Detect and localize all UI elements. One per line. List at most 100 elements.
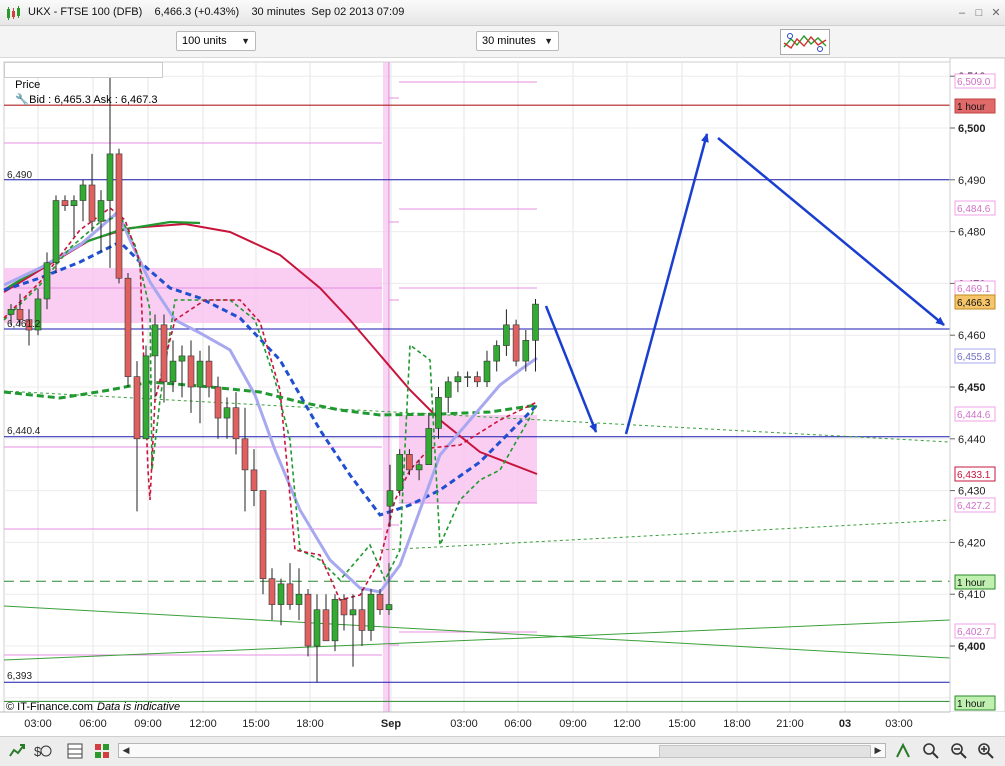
candle-up — [331, 599, 339, 642]
y-tick-label: 6,420 — [958, 537, 986, 549]
y-tick-label: 6,430 — [958, 486, 986, 498]
x-tick-label: 09:00 — [134, 718, 162, 730]
candle-up — [277, 583, 285, 605]
candle-down — [232, 407, 240, 440]
level-label: 6,461.2 — [7, 319, 41, 330]
color-grid-icon[interactable] — [93, 742, 111, 760]
x-tick-label: 03:00 — [450, 718, 478, 730]
candle-up — [454, 376, 462, 383]
zoom-fit-icon[interactable] — [922, 742, 940, 760]
candle-up — [522, 340, 530, 362]
money-icon[interactable]: $ — [34, 742, 52, 760]
scroll-right-icon[interactable]: ▶ — [871, 744, 885, 757]
x-tick-label: 12:00 — [613, 718, 641, 730]
x-tick-label: 03:00 — [24, 718, 52, 730]
candle-down — [160, 324, 168, 383]
candle-up — [464, 376, 471, 378]
copyright-text: © IT-Finance.com — [6, 701, 93, 713]
price-tag-label: 6,433.1 — [957, 470, 991, 481]
candle-down — [61, 200, 69, 207]
candle-down — [241, 438, 249, 471]
maximize-icon[interactable]: □ — [972, 6, 986, 20]
price-chart[interactable]: 6,5106,5006,4906,4806,4706,4606,4506,440… — [0, 58, 1005, 736]
candle-down — [376, 593, 384, 611]
candle-down — [268, 578, 276, 605]
candle-up — [178, 355, 186, 362]
zoom-out-icon[interactable] — [950, 742, 968, 760]
expand-icon[interactable] — [894, 742, 912, 760]
x-tick-label: 06:00 — [79, 718, 107, 730]
y-axis: 6,5106,5006,4906,4806,4706,4606,4506,440… — [949, 58, 1005, 713]
x-tick-label: 03:00 — [885, 718, 913, 730]
candle-up — [386, 490, 394, 507]
candle-up — [196, 360, 204, 388]
chevron-down-icon: ▼ — [544, 36, 553, 46]
x-tick-label: 06:00 — [504, 718, 532, 730]
x-tick-label: 21:00 — [776, 718, 804, 730]
y-tick-label: 6,410 — [958, 589, 986, 601]
bid-ask-text: Bid : 6,465.3 Ask : 6,467.3 — [29, 94, 158, 106]
supply-zone — [4, 268, 382, 323]
disclaimer-text: Data is indicative — [97, 701, 180, 713]
interval-dropdown[interactable]: 30 minutes ▼ — [476, 31, 559, 51]
candle-down — [322, 609, 330, 642]
price-tag-label: 1 hour — [957, 578, 986, 589]
y-tick-label: 6,400 — [958, 641, 986, 653]
candle-up — [435, 397, 442, 429]
price-tag-label: 6,402.7 — [957, 627, 991, 638]
candle-down — [286, 583, 294, 605]
candle-up — [70, 200, 78, 207]
size-dropdown[interactable]: 100 units ▼ — [176, 31, 256, 51]
indicators-button[interactable] — [780, 29, 830, 55]
candle-up — [396, 454, 404, 491]
scroll-thumb[interactable] — [659, 745, 871, 758]
price-tag-label: 6,466.3 — [957, 298, 991, 309]
candle-down — [133, 376, 141, 440]
y-tick-label: 6,460 — [958, 330, 986, 342]
candle-down — [304, 593, 312, 647]
price-tag-label: 6,509.0 — [957, 77, 991, 88]
price-tag-label: 6,444.6 — [957, 410, 991, 421]
price-tag-label: 6,484.6 — [957, 204, 991, 215]
level-label: 6,393 — [7, 671, 32, 682]
chart-type-icon[interactable] — [8, 742, 26, 760]
candle-down — [473, 376, 481, 383]
demand-zone — [399, 415, 537, 503]
candle-up — [223, 407, 231, 419]
session-divider — [383, 62, 389, 712]
price-info-box: Price 🔧Bid : 6,465.3 Ask : 6,467.3 — [4, 62, 163, 106]
candle-up — [295, 593, 303, 605]
zoom-in-icon[interactable] — [977, 742, 995, 760]
candle-up — [97, 200, 105, 222]
candle-up — [52, 200, 60, 263]
candle-down — [205, 360, 213, 388]
price-tag-label: 6,427.2 — [957, 501, 991, 512]
level-label: 6,440.4 — [7, 426, 41, 437]
price-label: Price — [15, 79, 41, 91]
candle-up — [7, 308, 15, 315]
time-scrollbar[interactable]: ◀ ▶ — [118, 743, 886, 758]
candle-down — [124, 277, 132, 377]
candle-up — [79, 184, 87, 201]
candle-up — [367, 593, 375, 631]
x-tick-label: 18:00 — [296, 718, 324, 730]
grid-icon[interactable] — [66, 742, 84, 760]
x-tick-label: 03 — [839, 718, 851, 730]
minimize-icon[interactable]: – — [955, 6, 969, 20]
scroll-left-icon[interactable]: ◀ — [119, 744, 133, 757]
y-tick-label: 6,440 — [958, 434, 986, 446]
x-tick-label: 15:00 — [668, 718, 696, 730]
chart-toolbar: 100 units ▼ 30 minutes ▼ — [0, 26, 1005, 58]
candle-down — [250, 469, 258, 491]
close-icon[interactable]: ✕ — [989, 6, 1003, 20]
candle-up — [444, 381, 452, 398]
x-tick-label: 09:00 — [559, 718, 587, 730]
candle-up — [142, 355, 150, 440]
y-tick-label: 6,480 — [958, 227, 986, 239]
x-tick-label: 18:00 — [723, 718, 751, 730]
candle-up — [43, 262, 51, 300]
wrench-icon[interactable]: 🔧 — [15, 93, 29, 108]
candle-up — [415, 464, 423, 471]
y-tick-label: 6,500 — [958, 123, 986, 135]
candle-down — [340, 599, 348, 616]
